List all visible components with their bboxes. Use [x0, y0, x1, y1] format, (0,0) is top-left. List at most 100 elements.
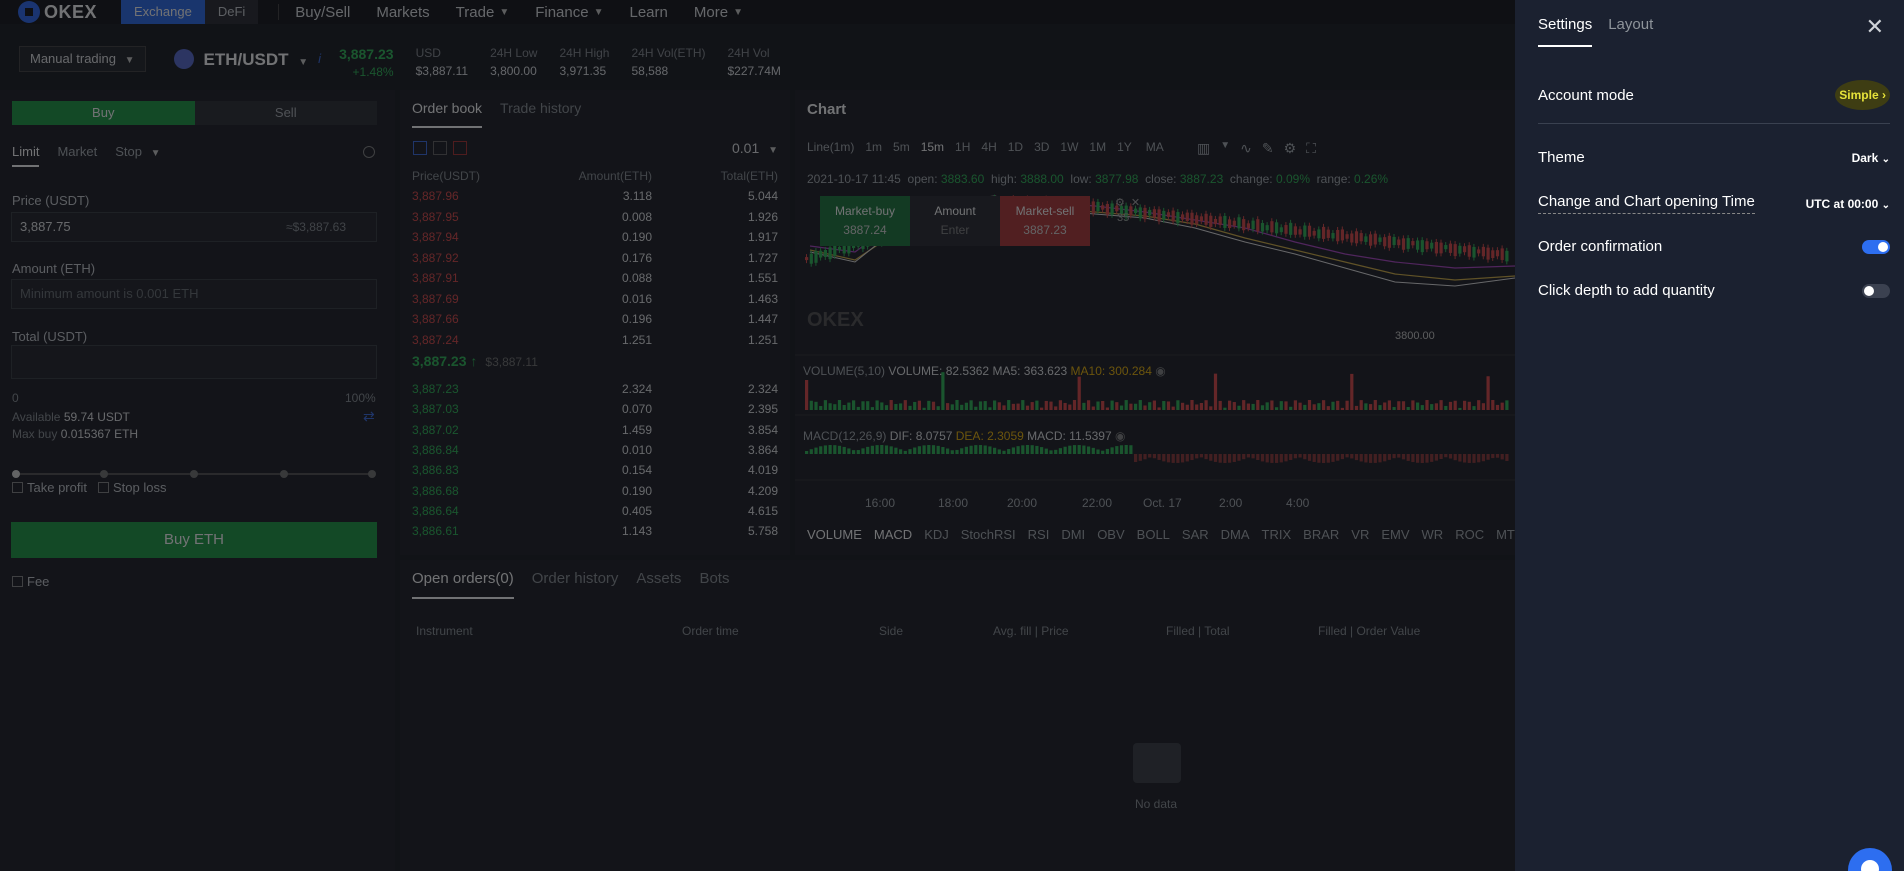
ask-row[interactable]: 3,887.94 0.190 1.917 [412, 227, 778, 247]
nav-more[interactable]: More ▼ [694, 4, 743, 21]
tab-order-history[interactable]: Order history [532, 570, 619, 599]
timeframe-4[interactable]: 1H [955, 140, 970, 154]
sell-tab[interactable]: Sell [194, 101, 377, 125]
pair-selector[interactable]: ETH/USDT ▼ [204, 50, 309, 70]
transfer-icon[interactable]: ⇄ [363, 408, 375, 425]
fee-link[interactable]: Fee [12, 574, 49, 589]
indicator-tab[interactable]: SAR [1182, 527, 1209, 542]
close-icon[interactable]: ✕ [1866, 14, 1884, 40]
nav-markets[interactable]: Markets [376, 4, 429, 21]
nav-learn[interactable]: Learn [630, 4, 668, 21]
help-icon[interactable] [363, 146, 375, 158]
market-sell-button[interactable]: Market-sell 3887.23 [1000, 196, 1090, 246]
slider-handle[interactable] [12, 470, 20, 478]
bid-row[interactable]: 3,886.68 0.190 4.209 [412, 481, 778, 501]
okex-logo[interactable]: OKEX [18, 1, 97, 23]
eye-icon[interactable]: ◉ [1155, 364, 1165, 378]
amount-input[interactable]: Minimum amount is 0.001 ETH [11, 279, 377, 309]
click-depth-toggle[interactable] [1862, 283, 1890, 298]
bid-row[interactable]: 3,887.03 0.070 2.395 [412, 399, 778, 419]
indicator-tab[interactable]: KDJ [924, 527, 949, 542]
price-input[interactable]: 3,887.75 ≈$3,887.63 [11, 212, 377, 242]
tab-settings[interactable]: Settings [1538, 16, 1593, 47]
indicator-icon[interactable]: ∿ [1240, 140, 1252, 157]
indicator-tab[interactable]: VR [1351, 527, 1369, 542]
tab-order-book[interactable]: Order book [412, 100, 483, 128]
trading-mode-dropdown[interactable]: Manual trading ▼ [19, 46, 146, 72]
stop-loss-checkbox[interactable]: Stop loss [98, 480, 166, 495]
bid-row[interactable]: 3,886.61 1.143 5.758 [412, 521, 778, 541]
nav-trade[interactable]: Trade ▼ [456, 4, 510, 21]
tab-assets[interactable]: Assets [636, 570, 681, 599]
timeframe-11[interactable]: MA [1146, 140, 1164, 154]
chevron-down-icon[interactable]: ▼ [1220, 140, 1230, 157]
indicator-tab[interactable]: RSI [1028, 527, 1050, 542]
tab-market[interactable]: Market [57, 144, 97, 167]
ask-row[interactable]: 3,887.91 0.088 1.551 [412, 268, 778, 288]
tab-bots[interactable]: Bots [699, 570, 729, 599]
ask-row[interactable]: 3,887.95 0.008 1.926 [412, 207, 778, 227]
book-both-icon[interactable] [413, 141, 427, 155]
exchange-tab[interactable]: Exchange [121, 0, 205, 24]
buy-eth-button[interactable]: Buy ETH [11, 522, 377, 558]
timeframe-6[interactable]: 1D [1008, 140, 1023, 154]
indicator-tab[interactable]: ROC [1455, 527, 1484, 542]
amount-slider[interactable] [12, 470, 376, 478]
timeframe-5[interactable]: 4H [981, 140, 996, 154]
indicator-tab[interactable]: WR [1422, 527, 1444, 542]
nav-buy-sell[interactable]: Buy/Sell [295, 4, 350, 21]
ask-row[interactable]: 3,887.24 1.251 1.251 [412, 330, 778, 350]
precision-dropdown[interactable]: 0.01 ▼ [732, 140, 778, 156]
order-confirmation-toggle[interactable] [1862, 239, 1890, 254]
gear-icon[interactable]: ⚙ [1284, 140, 1297, 157]
indicator-tab[interactable]: DMI [1061, 527, 1085, 542]
defi-tab[interactable]: DeFi [204, 0, 259, 24]
draw-icon[interactable]: ✎ [1262, 140, 1274, 157]
bid-row[interactable]: 3,887.02 1.459 3.854 [412, 420, 778, 440]
change-time-dropdown[interactable]: UTC at 00:00 ⌄ [1806, 197, 1890, 211]
bid-row[interactable]: 3,887.23 2.324 2.324 [412, 379, 778, 399]
indicator-tab[interactable]: EMV [1381, 527, 1409, 542]
indicator-tab[interactable]: MTM [1496, 527, 1515, 542]
tab-trade-history[interactable]: Trade history [500, 100, 581, 128]
ask-row[interactable]: 3,887.96 3.118 5.044 [412, 186, 778, 206]
take-profit-checkbox[interactable]: Take profit [12, 480, 87, 495]
ask-row[interactable]: 3,887.66 0.196 1.447 [412, 309, 778, 329]
tab-limit[interactable]: Limit [12, 144, 40, 167]
timeframe-2[interactable]: 5m [893, 140, 910, 154]
timeframe-7[interactable]: 3D [1034, 140, 1049, 154]
indicator-tab[interactable]: DMA [1221, 527, 1250, 542]
ask-row[interactable]: 3,887.92 0.176 1.727 [412, 248, 778, 268]
nav-finance[interactable]: Finance ▼ [535, 4, 603, 21]
indicator-tab[interactable]: BOLL [1137, 527, 1170, 542]
indicator-tab[interactable]: TRIX [1262, 527, 1292, 542]
indicator-tab[interactable]: MACD [874, 527, 912, 542]
theme-dropdown[interactable]: Dark ⌄ [1852, 151, 1890, 165]
bid-row[interactable]: 3,886.64 0.405 4.615 [412, 501, 778, 521]
timeframe-9[interactable]: 1M [1089, 140, 1106, 154]
book-bids-icon[interactable] [433, 141, 447, 155]
timeframe-10[interactable]: 1Y [1117, 140, 1132, 154]
eye-icon[interactable]: ◉ [1115, 429, 1125, 443]
ask-row[interactable]: 3,887.69 0.016 1.463 [412, 289, 778, 309]
tab-open-orders[interactable]: Open orders(0) [412, 570, 514, 599]
timeframe-8[interactable]: 1W [1060, 140, 1078, 154]
bid-row[interactable]: 3,886.84 0.010 3.864 [412, 440, 778, 460]
indicator-tab[interactable]: VOLUME [807, 527, 862, 542]
tab-stop[interactable]: Stop ▼ [115, 144, 160, 167]
book-asks-icon[interactable] [453, 141, 467, 155]
market-buy-button[interactable]: Market-buy 3887.24 [820, 196, 910, 246]
indicator-tab[interactable]: BRAR [1303, 527, 1339, 542]
gear-icon[interactable]: ⚙ [1115, 196, 1125, 209]
tab-layout[interactable]: Layout [1608, 16, 1653, 47]
account-mode-selector[interactable]: Simple › [1835, 80, 1890, 110]
timeframe-1[interactable]: 1m [865, 140, 882, 154]
info-icon[interactable]: i [318, 51, 321, 66]
bid-row[interactable]: 3,886.83 0.154 4.019 [412, 460, 778, 480]
indicator-tab[interactable]: StochRSI [961, 527, 1016, 542]
timeframe-3[interactable]: 15m [921, 140, 944, 154]
quick-amount-input[interactable]: Amount Enter [910, 196, 1000, 246]
fullscreen-icon[interactable]: ⛶ [1306, 140, 1316, 157]
timeframe-0[interactable]: Line(1m) [807, 140, 854, 154]
indicator-tab[interactable]: OBV [1097, 527, 1124, 542]
